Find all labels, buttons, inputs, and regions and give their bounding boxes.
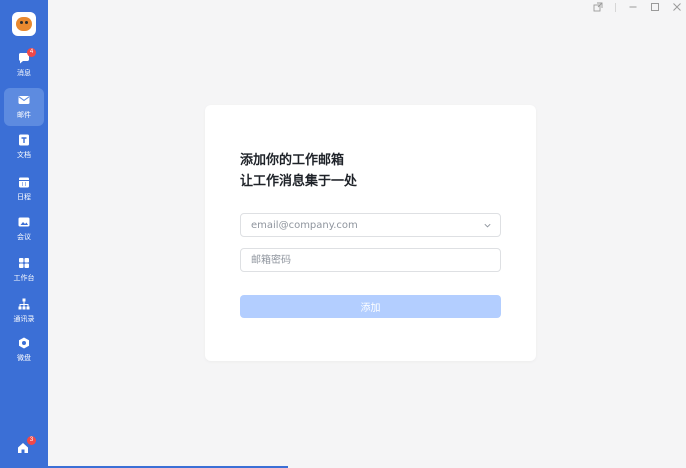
sidebar-item-calendar[interactable]: 日程 xyxy=(4,170,44,208)
video-meeting-icon xyxy=(18,217,30,227)
sidebar-item-docs[interactable]: 文档 xyxy=(4,128,44,166)
title-line-2: 让工作消息集于一处 xyxy=(240,174,358,189)
title-line-1: 添加你的工作邮箱 xyxy=(240,153,345,168)
add-button[interactable]: 添加 xyxy=(240,295,501,318)
maximize-icon[interactable] xyxy=(650,2,660,12)
sidebar: 消息 4 邮件 文档 日程 会议 工作台 通讯录 微盘 3 xyxy=(0,0,48,468)
card-title: 添加你的工作邮箱 让工作消息集于一处 xyxy=(240,150,357,192)
sidebar-item-workbench[interactable]: 工作台 xyxy=(4,251,44,289)
notification-badge: 3 xyxy=(27,436,36,445)
divider xyxy=(615,2,616,12)
sidebar-item-mail[interactable]: 邮件 xyxy=(4,88,44,126)
email-field[interactable] xyxy=(240,213,501,237)
grid-apps-icon xyxy=(19,258,29,268)
sidebar-item-drive[interactable]: 微盘 xyxy=(4,331,44,369)
pop-out-icon[interactable] xyxy=(593,2,603,12)
tiger-logo-icon[interactable] xyxy=(12,12,36,36)
sidebar-item-label: 通讯录 xyxy=(13,315,35,323)
home-button[interactable]: 3 xyxy=(14,436,36,456)
window-controls xyxy=(593,0,682,14)
sidebar-item-contacts[interactable]: 通讯录 xyxy=(4,292,44,330)
unread-badge: 4 xyxy=(27,48,36,57)
document-icon xyxy=(19,134,29,146)
email-input[interactable] xyxy=(241,214,500,236)
sidebar-item-label: 工作台 xyxy=(13,274,35,282)
sidebar-item-label: 消息 xyxy=(17,69,31,77)
sidebar-item-label: 会议 xyxy=(17,233,31,241)
close-icon[interactable] xyxy=(672,2,682,12)
sidebar-item-meeting[interactable]: 会议 xyxy=(4,210,44,248)
chevron-down-icon[interactable] xyxy=(483,221,492,230)
password-field[interactable] xyxy=(240,248,501,272)
password-input[interactable] xyxy=(241,249,500,271)
sidebar-item-label: 日程 xyxy=(17,193,31,201)
sidebar-item-label: 微盘 xyxy=(17,354,31,362)
org-chart-icon xyxy=(18,298,30,310)
mail-icon xyxy=(18,96,30,104)
sidebar-item-label: 文档 xyxy=(17,151,31,159)
minimize-icon[interactable] xyxy=(628,2,638,12)
add-mailbox-card: 添加你的工作邮箱 让工作消息集于一处 添加 xyxy=(205,105,536,361)
calendar-icon xyxy=(19,177,29,188)
cloud-drive-icon xyxy=(19,337,29,349)
sidebar-item-label: 邮件 xyxy=(17,111,31,119)
sidebar-item-messages[interactable]: 消息 4 xyxy=(4,46,44,84)
